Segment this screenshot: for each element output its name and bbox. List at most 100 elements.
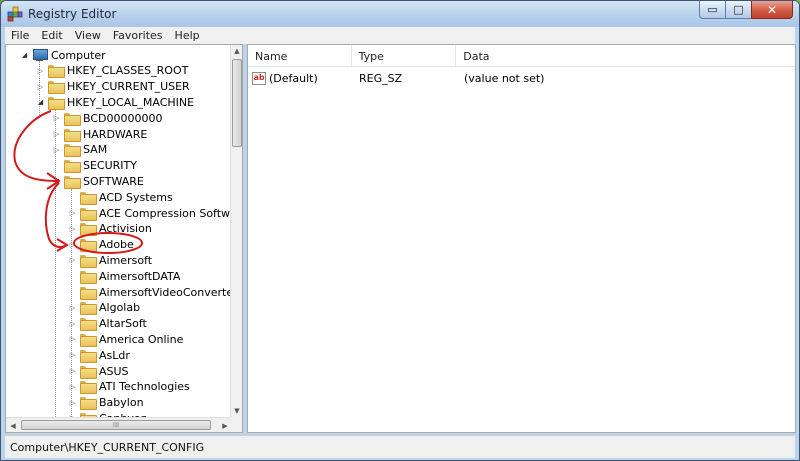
column-header-data[interactable]: Data: [456, 45, 795, 67]
collapsed-triangle-icon[interactable]: ▷: [68, 382, 77, 391]
collapsed-triangle-icon[interactable]: ▷: [52, 114, 61, 123]
title-bar[interactable]: Registry Editor ▭ □ ✕: [1, 1, 799, 27]
collapsed-triangle-icon[interactable]: ▷: [68, 240, 77, 249]
tree-node[interactable]: ▷ Babylon: [68, 395, 144, 411]
tree-node-label: Computer: [51, 48, 106, 62]
collapsed-triangle-icon[interactable]: ▷: [68, 367, 77, 376]
menu-view[interactable]: View: [69, 29, 107, 42]
collapsed-triangle-icon[interactable]: ▷: [68, 351, 77, 360]
collapsed-triangle-icon[interactable]: ▷: [68, 335, 77, 344]
value-name-cell: ab (Default): [248, 71, 352, 85]
tree-node-label: Algolab: [99, 301, 141, 315]
collapsed-triangle-icon[interactable]: ▷: [52, 130, 61, 139]
collapsed-triangle-icon[interactable]: ▷: [52, 145, 61, 154]
folder-icon: [80, 286, 97, 300]
expanded-triangle-icon[interactable]: ◢: [52, 177, 61, 186]
folder-icon: [80, 239, 97, 253]
tree-node[interactable]: ◢ HKEY_LOCAL_MACHINE: [36, 94, 194, 110]
tree-node-label: HKEY_LOCAL_MACHINE: [67, 95, 195, 109]
folder-icon: [80, 333, 97, 347]
registry-editor-window: Registry Editor ▭ □ ✕ File Edit View Fav…: [0, 0, 800, 461]
column-header-type[interactable]: Type: [352, 45, 457, 67]
tree-node[interactable]: ◢ Computer: [20, 47, 106, 63]
tree-node[interactable]: ▷ Activision: [68, 221, 152, 237]
folder-icon: [80, 302, 97, 316]
registry-value-row[interactable]: ab (Default) REG_SZ (value not set): [248, 69, 795, 87]
tree-node[interactable]: ▷ America Online: [68, 331, 183, 347]
tree-vertical-scrollbar[interactable]: ▲ ▼: [230, 45, 242, 417]
scroll-left-arrow-icon[interactable]: ◀: [6, 418, 20, 432]
tree-node[interactable]: ▷ SAM: [52, 142, 107, 158]
scroll-down-arrow-icon[interactable]: ▼: [231, 405, 242, 417]
maximize-button[interactable]: □: [725, 1, 751, 19]
tree-node[interactable]: ▷ HKEY_CURRENT_USER: [36, 79, 190, 95]
tree-node[interactable]: ▷ Aimersoft: [68, 252, 152, 268]
tree-node[interactable]: ▷ HKEY_CLASSES_ROOT: [36, 63, 188, 79]
string-value-icon: ab: [252, 71, 266, 85]
folder-icon: [80, 254, 97, 268]
tree-node[interactable]: ▷ AsLdr: [68, 347, 130, 363]
values-pane: Name Type Data ab (Default) REG_SZ (valu…: [247, 44, 796, 433]
tree-node[interactable]: ▷ BCD00000000: [52, 110, 163, 126]
maximize-icon: □: [733, 3, 744, 16]
tree-node-label: ATI Technologies: [99, 380, 190, 394]
tree-node-label: AimersoftVideoConverterDA: [99, 285, 232, 299]
tree-node[interactable]: ▷ ACE Compression Software: [68, 205, 232, 221]
tree-node-label: HKEY_CLASSES_ROOT: [67, 64, 189, 78]
tree-node-label: HARDWARE: [83, 127, 148, 141]
tree-node[interactable]: AimersoftDATA: [68, 268, 180, 284]
folder-icon: [80, 381, 97, 395]
tree-node[interactable]: ▷Canhyon: [68, 410, 148, 417]
tree-node[interactable]: ▷ ASUS: [68, 363, 129, 379]
tree-node[interactable]: ▷ HARDWARE: [52, 126, 147, 142]
collapsed-triangle-icon[interactable]: ▷: [68, 398, 77, 407]
collapsed-triangle-icon[interactable]: ▷: [68, 303, 77, 312]
tree-horizontal-scrollbar[interactable]: ◀ III ▶: [6, 417, 232, 432]
collapsed-triangle-icon[interactable]: ▷: [68, 256, 77, 265]
tree-node[interactable]: ▷ ATI Technologies: [68, 379, 190, 395]
status-path: Computer\HKEY_CURRENT_CONFIG: [10, 440, 205, 454]
caption-buttons: ▭ □ ✕: [699, 1, 793, 19]
menu-help[interactable]: Help: [169, 29, 206, 42]
tree-node[interactable]: ▷ Adobe: [68, 237, 134, 253]
menu-favorites[interactable]: Favorites: [107, 29, 169, 42]
tree-node[interactable]: SECURITY: [52, 158, 137, 174]
no-expander: [52, 161, 61, 170]
horizontal-scroll-thumb[interactable]: III: [21, 420, 211, 430]
registry-editor-icon: [7, 6, 23, 22]
tree-node[interactable]: ▷ Algolab: [68, 300, 140, 316]
tree-pane: ◢ Computer ▷ HKEY_CLASSES_ROOT ▷ HKEY_CURRENT…: [5, 44, 243, 433]
tree-node[interactable]: AimersoftVideoConverterDA: [68, 284, 232, 300]
menu-file[interactable]: File: [5, 29, 35, 42]
scrollbar-corner: [230, 417, 242, 432]
column-header-name[interactable]: Name: [248, 45, 352, 67]
collapsed-triangle-icon[interactable]: ▷: [68, 319, 77, 328]
collapsed-triangle-icon[interactable]: ▷: [68, 209, 77, 218]
value-name: (Default): [269, 71, 318, 85]
minimize-button[interactable]: ▭: [699, 1, 725, 19]
tree-node[interactable]: ▷ AltarSoft: [68, 316, 147, 332]
folder-icon: [80, 349, 97, 363]
close-button[interactable]: ✕: [751, 1, 793, 19]
menu-edit[interactable]: Edit: [35, 29, 68, 42]
no-expander: [68, 272, 77, 281]
collapsed-triangle-icon[interactable]: ▷: [68, 224, 77, 233]
tree-node-label: Adobe: [99, 238, 134, 252]
tree-node-label: Babylon: [99, 396, 144, 410]
vertical-scroll-thumb[interactable]: [232, 59, 242, 147]
expanded-triangle-icon[interactable]: ◢: [36, 98, 45, 107]
folder-icon: [48, 96, 65, 110]
collapsed-triangle-icon[interactable]: ▷: [36, 82, 45, 91]
tree-node[interactable]: ACD Systems: [68, 189, 173, 205]
collapsed-triangle-icon[interactable]: ▷: [36, 66, 45, 75]
folder-icon: [48, 65, 65, 79]
tree-node[interactable]: ◢ SOFTWARE: [52, 173, 144, 189]
expanded-triangle-icon[interactable]: ◢: [20, 51, 29, 60]
folder-icon: [64, 144, 81, 158]
folder-icon: [48, 81, 65, 95]
no-expander: [68, 193, 77, 202]
minimize-icon: ▭: [707, 3, 718, 16]
folder-icon: [80, 365, 97, 379]
scroll-up-arrow-icon[interactable]: ▲: [231, 45, 242, 57]
tree-node-label: AltarSoft: [99, 317, 147, 331]
